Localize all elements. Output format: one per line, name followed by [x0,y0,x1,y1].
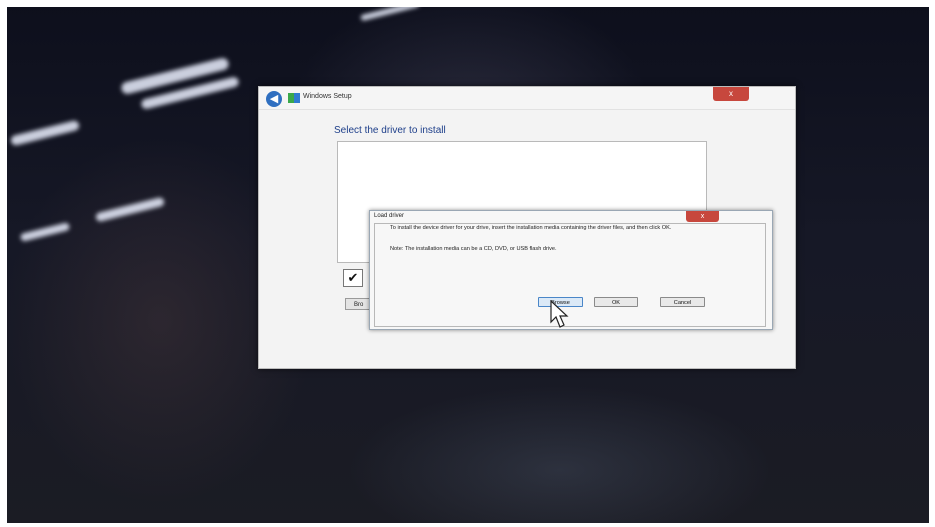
photo-border [0,0,935,527]
